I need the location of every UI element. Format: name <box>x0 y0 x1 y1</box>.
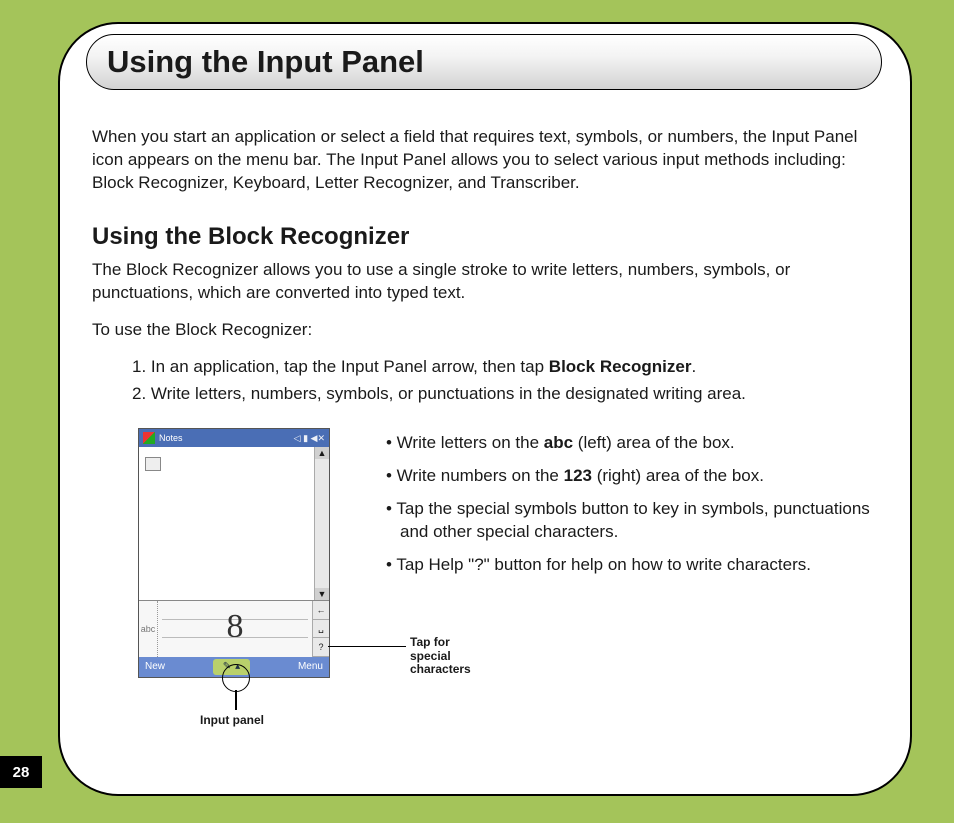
pda-body: ▲ ▼ <box>139 447 329 600</box>
step-1-prefix: 1. In an application, tap the Input Pane… <box>132 357 549 376</box>
ime-help-button: ? <box>313 638 329 657</box>
content-area: When you start an application or select … <box>92 126 878 678</box>
pda-device: Notes ◁ ▮ ◀✕ ▲ ▼ abc <box>138 428 330 678</box>
document-card: Using the Input Panel When you start an … <box>58 22 912 796</box>
tip-1-bold: abc <box>544 433 573 452</box>
ime-abc-label: abc <box>139 601 158 657</box>
windows-flag-icon <box>143 432 155 444</box>
pda-scrollbar: ▲ ▼ <box>314 447 329 600</box>
scroll-up-icon: ▲ <box>315 447 329 459</box>
intro-paragraph: When you start an application or select … <box>92 126 878 195</box>
page-title: Using the Input Panel <box>107 44 424 80</box>
page-number: 28 <box>13 764 30 781</box>
steps-lead-in: To use the Block Recognizer: <box>92 319 878 342</box>
pda-titlebar: Notes ◁ ▮ ◀✕ <box>139 429 329 447</box>
step-1: 1. In an application, tap the Input Pane… <box>132 356 878 379</box>
pda-app-title: Notes <box>159 432 183 444</box>
pda-figure: Notes ◁ ▮ ◀✕ ▲ ▼ abc <box>138 428 338 678</box>
ime-side-buttons: ← ␣ ? <box>313 601 329 657</box>
note-thumbnail-icon <box>145 457 161 471</box>
tips-list: • Write letters on the abc (left) area o… <box>362 428 878 587</box>
callout-special-chars-label: Tap for special characters <box>410 636 471 677</box>
section-heading: Using the Block Recognizer <box>92 221 878 253</box>
tip-3: • Tap the special symbols button to key … <box>362 498 878 544</box>
callout-circle <box>222 664 250 692</box>
softkey-menu: Menu <box>298 660 323 674</box>
callout-line-vertical <box>235 690 237 710</box>
block-recognizer-panel: abc 8 ← ␣ ? <box>139 600 329 657</box>
callout-line-horizontal <box>328 646 406 648</box>
tip-1-prefix: • Write letters on the <box>386 433 544 452</box>
page-number-tab: 28 <box>0 756 42 788</box>
step-1-suffix: . <box>691 357 696 376</box>
softkey-new: New <box>145 660 165 674</box>
title-bar: Using the Input Panel <box>86 34 882 90</box>
tip-4: • Tap Help "?" button for help on how to… <box>362 554 878 577</box>
ime-sample-glyph: 8 <box>227 604 244 650</box>
tip-2-prefix: • Write numbers on the <box>386 466 564 485</box>
tip-1-suffix: (left) area of the box. <box>573 433 735 452</box>
pda-note-area <box>139 447 314 600</box>
callout-input-panel-label: Input panel <box>200 712 264 728</box>
ime-backspace-button: ← <box>313 601 329 620</box>
tip-1: • Write letters on the abc (left) area o… <box>362 432 878 455</box>
section-intro: The Block Recognizer allows you to use a… <box>92 259 878 305</box>
ime-space-button: ␣ <box>313 620 329 639</box>
figure-row: Notes ◁ ▮ ◀✕ ▲ ▼ abc <box>92 428 878 678</box>
tip-2-suffix: (right) area of the box. <box>592 466 764 485</box>
ime-writing-area: 8 <box>158 601 313 657</box>
scroll-down-icon: ▼ <box>315 588 329 600</box>
tip-2-bold: 123 <box>564 466 592 485</box>
pda-status-icons: ◁ ▮ ◀✕ <box>294 432 325 444</box>
tip-2: • Write numbers on the 123 (right) area … <box>362 465 878 488</box>
step-2: 2. Write letters, numbers, symbols, or p… <box>132 383 878 406</box>
step-1-bold: Block Recognizer <box>549 357 692 376</box>
